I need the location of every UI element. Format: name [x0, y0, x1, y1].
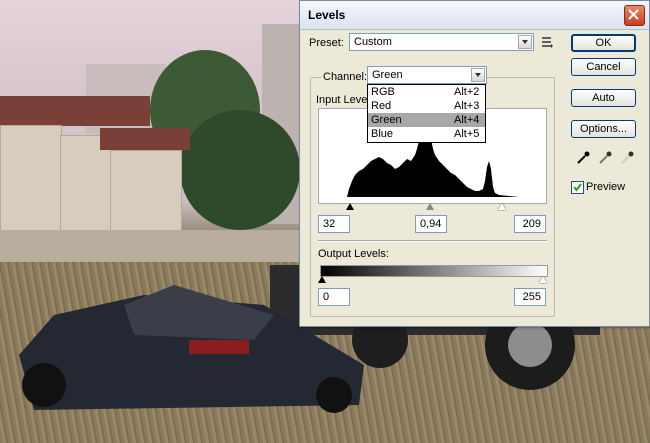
black-point-eyedropper-icon[interactable] [576, 151, 590, 165]
option-name: RGB [371, 86, 395, 98]
channel-option-blue[interactable]: Blue Alt+5 [368, 127, 485, 141]
auto-button[interactable]: Auto [571, 89, 636, 107]
channel-value: Green [372, 69, 403, 81]
output-black-field[interactable]: 0 [318, 288, 350, 306]
input-white-slider[interactable] [498, 203, 506, 210]
gray-point-eyedropper-icon[interactable] [598, 151, 612, 165]
chevron-down-icon[interactable] [518, 35, 532, 49]
output-white-field[interactable]: 255 [514, 288, 546, 306]
chevron-down-icon[interactable] [471, 68, 485, 82]
separator [318, 240, 547, 242]
title-bar[interactable]: Levels [300, 1, 649, 30]
output-levels-label: Output Levels: [318, 248, 389, 260]
channel-option-rgb[interactable]: RGB Alt+2 [368, 85, 485, 99]
option-shortcut: Alt+4 [454, 114, 480, 126]
preset-options-icon[interactable] [541, 36, 554, 48]
option-shortcut: Alt+2 [454, 86, 480, 98]
option-shortcut: Alt+3 [454, 100, 480, 112]
window-title: Levels [308, 8, 346, 22]
input-gamma-field[interactable]: 0,94 [415, 215, 447, 233]
preset-label: Preset: [309, 37, 344, 49]
house-roof [0, 96, 150, 126]
house [110, 150, 182, 232]
input-white-field[interactable]: 209 [514, 215, 546, 233]
house [0, 125, 62, 232]
preview-label: Preview [586, 181, 626, 193]
fence-wall [0, 230, 300, 262]
channel-dropdown-list: RGB Alt+2 Red Alt+3 Green Alt+4 Blue Alt… [367, 84, 486, 143]
option-name: Green [371, 114, 402, 126]
preset-value: Custom [354, 36, 392, 48]
close-button[interactable] [624, 5, 645, 26]
tree [180, 110, 300, 230]
output-white-slider[interactable] [539, 276, 547, 283]
channel-option-green[interactable]: Green Alt+4 [368, 113, 485, 127]
check-icon [573, 183, 582, 192]
house-roof [100, 128, 190, 150]
input-gamma-slider[interactable] [426, 203, 434, 210]
input-black-slider[interactable] [346, 203, 354, 210]
white-point-eyedropper-icon[interactable] [620, 151, 634, 165]
option-name: Red [371, 100, 392, 112]
channel-option-red[interactable]: Red Alt+3 [368, 99, 485, 113]
option-name: Blue [371, 128, 394, 140]
input-black-field[interactable]: 32 [318, 215, 350, 233]
output-gradient-bar [320, 265, 548, 277]
output-black-slider[interactable] [318, 276, 326, 283]
ok-button[interactable]: OK [571, 34, 636, 52]
close-icon [628, 9, 639, 20]
cancel-button[interactable]: Cancel [571, 58, 636, 76]
channel-select[interactable]: Green [367, 66, 487, 84]
option-shortcut: Alt+5 [454, 128, 480, 140]
preset-select[interactable]: Custom [349, 33, 534, 51]
options-button[interactable]: Options... [571, 120, 636, 138]
preview-checkbox[interactable] [571, 181, 584, 194]
channel-label: Channel: [321, 71, 370, 83]
